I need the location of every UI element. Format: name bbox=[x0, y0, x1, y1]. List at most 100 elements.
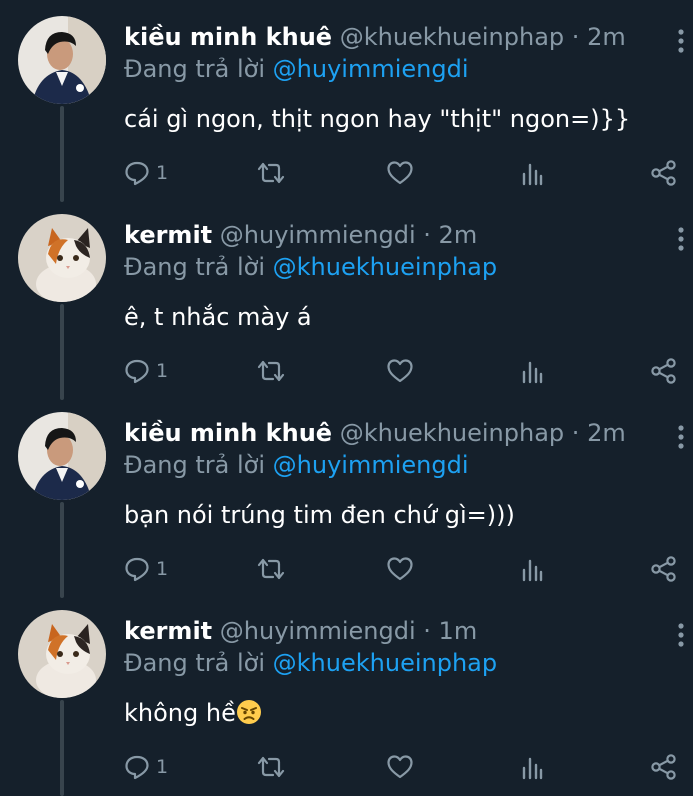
reply-count: 1 bbox=[156, 558, 169, 580]
avatar[interactable] bbox=[18, 214, 106, 302]
mention-link[interactable]: @khuekhueinphap bbox=[273, 253, 497, 281]
retweet-icon bbox=[257, 360, 285, 382]
retweet-icon bbox=[257, 756, 285, 778]
timestamp[interactable]: 2m bbox=[587, 419, 626, 447]
display-name[interactable]: kermit bbox=[124, 617, 212, 645]
mention-link[interactable]: @huyimmiengdi bbox=[273, 451, 469, 479]
like-icon bbox=[387, 359, 413, 383]
person-avatar-image bbox=[18, 16, 106, 104]
reply-button[interactable]: 1 bbox=[124, 750, 168, 784]
analytics-button[interactable] bbox=[519, 750, 545, 784]
tweet-header: kiều minh khuê @khuekhueinphap · 2m bbox=[124, 418, 626, 448]
replying-to-label: Đang trả lời bbox=[124, 253, 266, 281]
replying-to: Đang trả lời @khuekhueinphap bbox=[124, 252, 497, 282]
tweet-header: kermit @huyimmiengdi · 1m bbox=[124, 616, 477, 646]
share-icon bbox=[651, 556, 676, 582]
retweet-button[interactable] bbox=[256, 354, 286, 388]
tweet[interactable]: kermit @huyimmiengdi · 2m Đang trả lời @… bbox=[0, 198, 693, 400]
reply-thread: kiều minh khuê @khuekhueinphap · 2m Đang… bbox=[0, 0, 693, 796]
tweet[interactable]: kiều minh khuê @khuekhueinphap · 2m Đang… bbox=[0, 396, 693, 598]
reply-icon bbox=[125, 161, 149, 186]
tweet-header: kiều minh khuê @khuekhueinphap · 2m bbox=[124, 22, 626, 52]
share-button[interactable] bbox=[650, 552, 678, 586]
timestamp[interactable]: 2m bbox=[439, 221, 478, 249]
share-button[interactable] bbox=[650, 750, 678, 784]
more-options-icon[interactable] bbox=[677, 226, 685, 252]
share-button[interactable] bbox=[650, 156, 678, 190]
display-name[interactable]: kiều minh khuê bbox=[124, 23, 332, 51]
replying-to: Đang trả lời @huyimmiengdi bbox=[124, 54, 469, 84]
avatar[interactable] bbox=[18, 412, 106, 500]
share-icon bbox=[651, 160, 676, 186]
reply-button[interactable]: 1 bbox=[124, 354, 168, 388]
analytics-button[interactable] bbox=[519, 354, 545, 388]
like-icon bbox=[387, 755, 413, 779]
display-name[interactable]: kermit bbox=[124, 221, 212, 249]
retweet-icon bbox=[257, 558, 285, 580]
analytics-icon bbox=[522, 163, 543, 186]
more-options-icon[interactable] bbox=[677, 622, 685, 648]
like-button[interactable] bbox=[386, 354, 414, 388]
tweet[interactable]: kiều minh khuê @khuekhueinphap · 2m Đang… bbox=[0, 0, 693, 202]
like-icon bbox=[387, 161, 413, 185]
retweet-button[interactable] bbox=[256, 750, 286, 784]
more-options-icon[interactable] bbox=[677, 28, 685, 54]
reply-icon bbox=[125, 755, 149, 780]
retweet-icon bbox=[257, 162, 285, 184]
share-button[interactable] bbox=[650, 354, 678, 388]
tweet-text: bạn nói trúng tim đen chứ gì=))) bbox=[124, 501, 515, 529]
separator-dot: · bbox=[571, 419, 580, 447]
analytics-icon bbox=[522, 559, 543, 582]
share-icon bbox=[651, 754, 676, 780]
replying-to-label: Đang trả lời bbox=[124, 55, 266, 83]
analytics-icon bbox=[522, 361, 543, 384]
user-handle[interactable]: @huyimmiengdi bbox=[220, 617, 416, 645]
timestamp[interactable]: 1m bbox=[439, 617, 478, 645]
replying-to-label: Đang trả lời bbox=[124, 451, 266, 479]
thread-connector-line bbox=[60, 502, 64, 598]
reply-icon bbox=[125, 557, 149, 582]
separator-dot: · bbox=[423, 617, 431, 645]
share-icon bbox=[651, 358, 676, 384]
reply-count: 1 bbox=[156, 756, 169, 778]
action-bar: 1 bbox=[124, 156, 684, 190]
user-handle[interactable]: @huyimmiengdi bbox=[220, 221, 416, 249]
like-icon bbox=[387, 557, 413, 581]
reply-icon bbox=[125, 359, 149, 384]
reply-count: 1 bbox=[156, 162, 169, 184]
analytics-button[interactable] bbox=[519, 156, 545, 190]
user-handle[interactable]: @khuekhueinphap bbox=[340, 419, 564, 447]
action-bar: 1 bbox=[124, 750, 684, 784]
timestamp[interactable]: 2m bbox=[587, 23, 626, 51]
reply-button[interactable]: 1 bbox=[124, 552, 168, 586]
replying-to: Đang trả lời @huyimmiengdi bbox=[124, 450, 469, 480]
reply-count: 1 bbox=[156, 360, 169, 382]
retweet-button[interactable] bbox=[256, 552, 286, 586]
user-handle[interactable]: @khuekhueinphap bbox=[340, 23, 564, 51]
angry-face-emoji bbox=[236, 700, 261, 724]
analytics-button[interactable] bbox=[519, 552, 545, 586]
retweet-button[interactable] bbox=[256, 156, 286, 190]
separator-dot: · bbox=[571, 23, 580, 51]
thread-connector-line bbox=[60, 106, 64, 202]
display-name[interactable]: kiều minh khuê bbox=[124, 419, 332, 447]
tweet[interactable]: kermit @huyimmiengdi · 1m Đang trả lời @… bbox=[0, 594, 693, 796]
like-button[interactable] bbox=[386, 552, 414, 586]
action-bar: 1 bbox=[124, 552, 684, 586]
like-button[interactable] bbox=[386, 156, 414, 190]
mention-link[interactable]: @huyimmiengdi bbox=[273, 55, 469, 83]
tweet-text: không hề bbox=[124, 699, 236, 727]
mention-link[interactable]: @khuekhueinphap bbox=[273, 649, 497, 677]
action-bar: 1 bbox=[124, 354, 684, 388]
thread-connector-line bbox=[60, 700, 64, 796]
tweet-text: cái gì ngon, thịt ngon hay "thịt" ngon=)… bbox=[124, 105, 631, 133]
cat-avatar-image bbox=[18, 214, 106, 302]
tweet-text-container: không hề bbox=[124, 697, 262, 729]
avatar[interactable] bbox=[18, 610, 106, 698]
tweet-text: ê, t nhắc mày á bbox=[124, 303, 312, 331]
avatar[interactable] bbox=[18, 16, 106, 104]
more-options-icon[interactable] bbox=[677, 424, 685, 450]
like-button[interactable] bbox=[386, 750, 414, 784]
person-avatar-image bbox=[18, 412, 106, 500]
reply-button[interactable]: 1 bbox=[124, 156, 168, 190]
